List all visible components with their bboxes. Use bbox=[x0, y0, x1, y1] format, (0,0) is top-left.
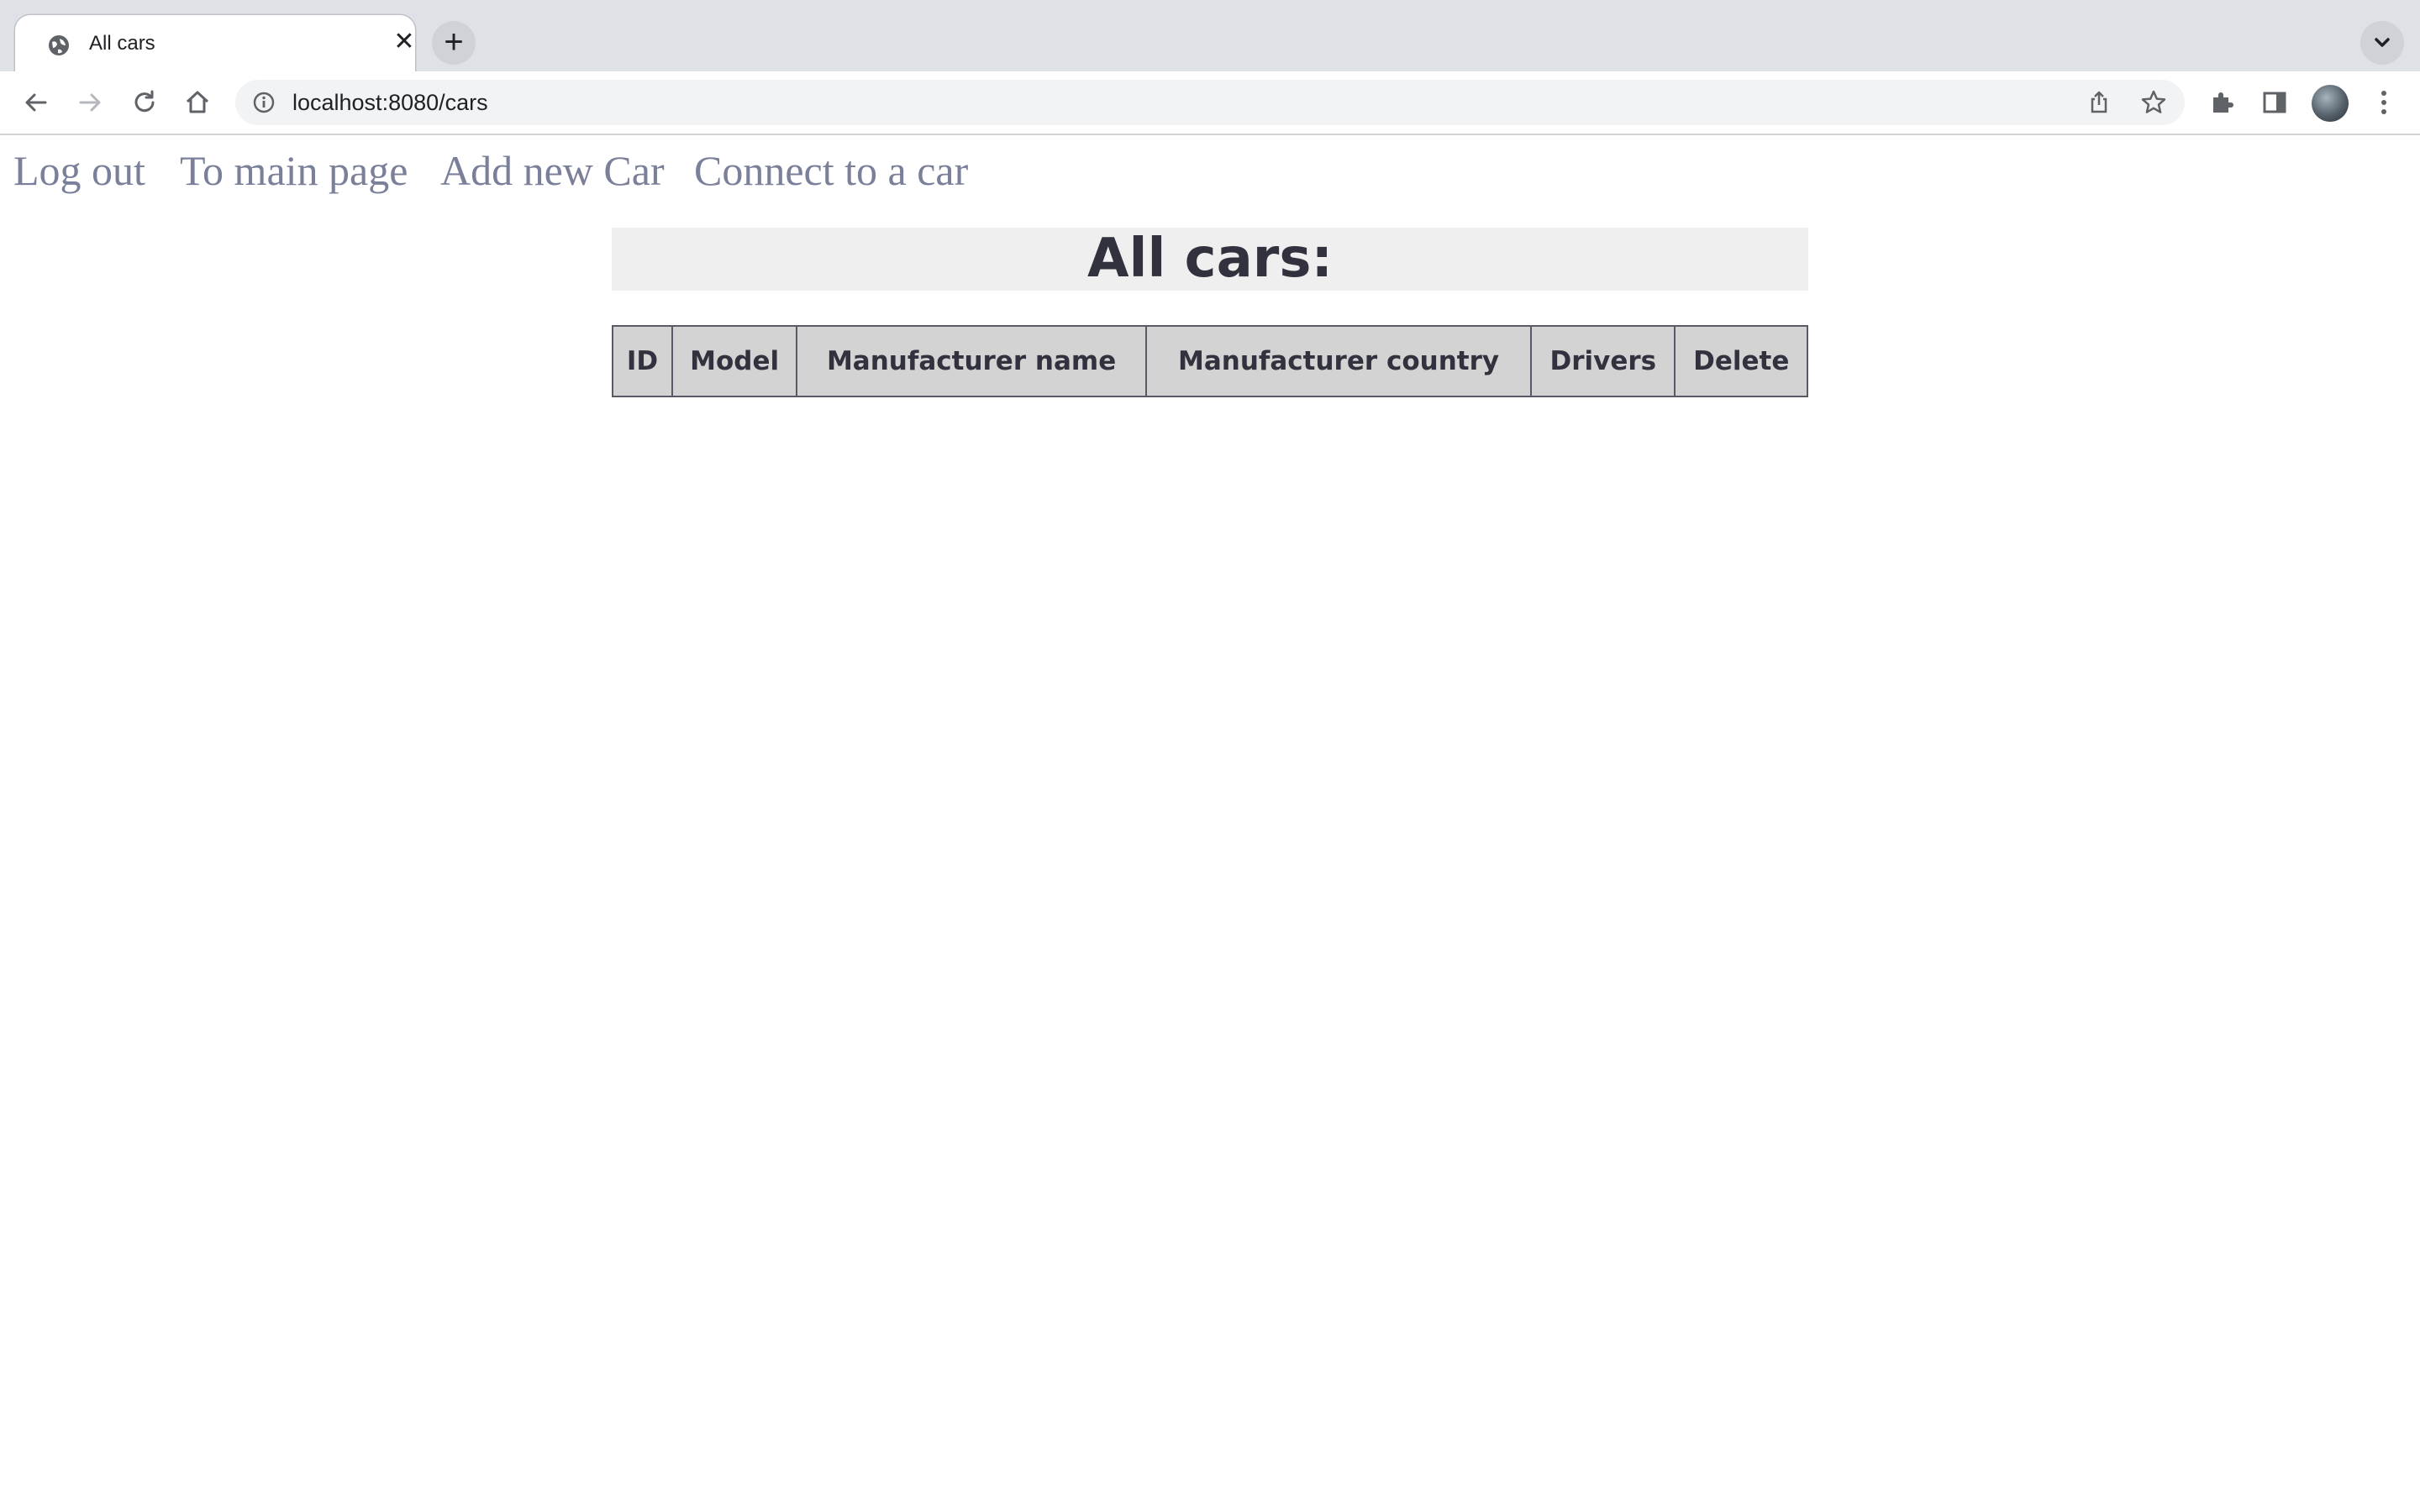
nav-link-main-page[interactable]: To main page bbox=[180, 145, 408, 196]
close-icon[interactable]: ✕ bbox=[391, 29, 418, 55]
arrow-right-icon bbox=[79, 93, 101, 112]
column-header-delete: Delete bbox=[1674, 325, 1808, 397]
column-header-drivers: Drivers bbox=[1530, 325, 1676, 397]
url-text[interactable]: localhost:8080/cars bbox=[292, 88, 488, 117]
page-content: Log out To main page Add new Car Connect… bbox=[0, 135, 2420, 1512]
browser-tab[interactable]: All cars ✕ bbox=[15, 15, 415, 71]
column-header-manufacturer-country: Manufacturer country bbox=[1144, 325, 1533, 397]
star-icon[interactable] bbox=[2138, 87, 2170, 118]
puzzle-icon bbox=[2213, 92, 2233, 113]
page-title: All cars: bbox=[612, 228, 1808, 291]
globe-icon bbox=[47, 34, 71, 57]
browser-toolbar: localhost:8080/cars bbox=[0, 71, 2420, 135]
forward-button[interactable] bbox=[71, 83, 109, 122]
info-icon[interactable] bbox=[252, 91, 276, 114]
new-tab-button[interactable]: + bbox=[432, 21, 476, 65]
arrow-left-icon bbox=[25, 93, 47, 112]
reload-button[interactable] bbox=[125, 83, 164, 122]
table-header-row: ID Model Manufacturer name Manufacturer … bbox=[611, 325, 1808, 397]
tab-strip: All cars ✕ + bbox=[0, 0, 2420, 71]
chevron-down-icon bbox=[2375, 38, 2390, 47]
kebab-menu-icon bbox=[2381, 91, 2386, 114]
nav-link-log-out[interactable]: Log out bbox=[13, 145, 145, 196]
column-header-manufacturer-name: Manufacturer name bbox=[796, 325, 1147, 397]
avatar[interactable] bbox=[2312, 85, 2349, 122]
extensions-button[interactable] bbox=[2202, 83, 2241, 122]
home-button[interactable] bbox=[178, 83, 217, 122]
share-icon[interactable] bbox=[2083, 87, 2115, 118]
back-button[interactable] bbox=[17, 83, 55, 122]
nav-link-add-new-car[interactable]: Add new Car bbox=[440, 145, 665, 196]
menu-button[interactable] bbox=[2365, 83, 2403, 122]
tab-search-button[interactable] bbox=[2360, 21, 2404, 65]
nav-link-connect-to-car[interactable]: Connect to a car bbox=[694, 145, 968, 196]
side-panel-icon bbox=[2263, 92, 2286, 113]
side-panel-button[interactable] bbox=[2255, 83, 2294, 122]
cars-table: ID Model Manufacturer name Manufacturer … bbox=[611, 325, 1808, 397]
column-header-id: ID bbox=[611, 325, 674, 397]
column-header-model: Model bbox=[671, 325, 798, 397]
reload-icon bbox=[134, 90, 155, 113]
tab-title: All cars bbox=[89, 32, 155, 55]
home-icon bbox=[186, 91, 209, 113]
address-bar[interactable]: localhost:8080/cars bbox=[235, 80, 2185, 125]
